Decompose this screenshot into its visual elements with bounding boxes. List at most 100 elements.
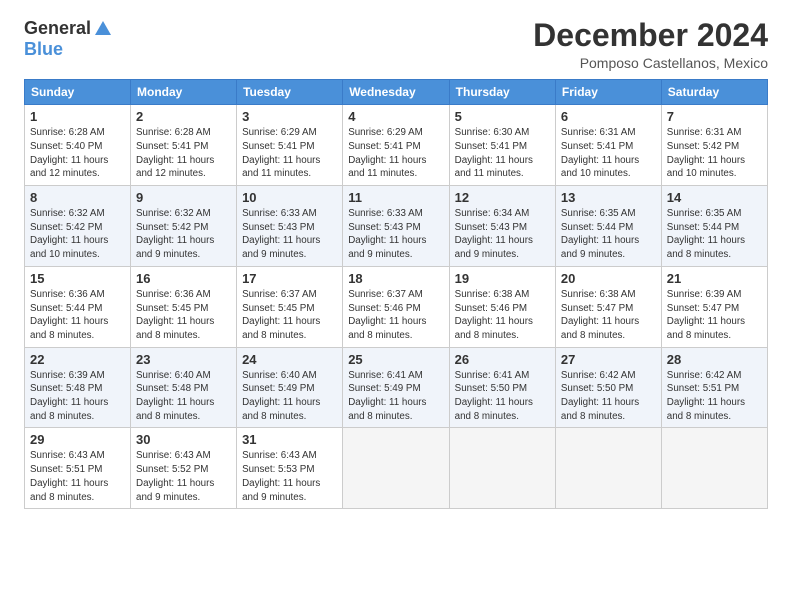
day-number: 7 (667, 109, 762, 124)
day-number: 3 (242, 109, 337, 124)
calendar-header-saturday: Saturday (661, 80, 767, 105)
day-number: 21 (667, 271, 762, 286)
calendar-cell: 6 Sunrise: 6:31 AM Sunset: 5:41 PM Daylig… (555, 105, 661, 186)
calendar-cell: 2Sunrise: 6:28 AM Sunset: 5:41 PM Daylig… (131, 105, 237, 186)
calendar-week-3: 15Sunrise: 6:36 AM Sunset: 5:44 PM Dayli… (25, 266, 768, 347)
day-info: Sunrise: 6:40 AM Sunset: 5:48 PM Dayligh… (136, 369, 231, 424)
calendar-cell: 21 Sunrise: 6:39 AM Sunset: 5:47 PM Dayli… (661, 266, 767, 347)
calendar-cell (661, 428, 767, 509)
calendar-cell: 1 Sunrise: 6:28 AM Sunset: 5:40 PM Daylig… (25, 105, 131, 186)
day-info: Sunrise: 6:39 AM Sunset: 5:47 PM Dayligh… (667, 288, 762, 343)
day-info: Sunrise: 6:37 AM Sunset: 5:45 PM Dayligh… (242, 288, 337, 343)
logo-blue: Blue (24, 39, 63, 60)
day-number: 19 (455, 271, 550, 286)
calendar-cell (555, 428, 661, 509)
day-info: Sunrise: 6:31 AM Sunset: 5:41 PM Dayligh… (561, 126, 656, 181)
calendar-cell: 11 Sunrise: 6:33 AM Sunset: 5:43 PM Dayli… (343, 186, 449, 267)
calendar-cell: 16 Sunrise: 6:36 AM Sunset: 5:45 PM Dayli… (131, 266, 237, 347)
day-number: 16 (136, 271, 231, 286)
day-info: Sunrise: 6:28 AM Sunset: 5:40 PM Dayligh… (30, 126, 125, 181)
day-number: 31 (242, 432, 337, 447)
calendar-week-1: 1 Sunrise: 6:28 AM Sunset: 5:40 PM Daylig… (25, 105, 768, 186)
day-info: Sunrise: 6:34 AM Sunset: 5:43 PM Dayligh… (455, 207, 550, 262)
calendar-week-5: 29 Sunrise: 6:43 AM Sunset: 5:51 PM Dayli… (25, 428, 768, 509)
day-number: 23 (136, 352, 231, 367)
calendar-cell: 3 Sunrise: 6:29 AM Sunset: 5:41 PM Daylig… (237, 105, 343, 186)
day-info: Sunrise: 6:43 AM Sunset: 5:51 PM Dayligh… (30, 449, 125, 504)
logo-icon (93, 19, 113, 39)
calendar-cell (343, 428, 449, 509)
day-number: 14 (667, 190, 762, 205)
day-info: Sunrise: 6:29 AM Sunset: 5:41 PM Dayligh… (242, 126, 337, 181)
day-number: 9 (136, 190, 231, 205)
day-info: Sunrise: 6:30 AM Sunset: 5:41 PM Dayligh… (455, 126, 550, 181)
calendar-header-tuesday: Tuesday (237, 80, 343, 105)
day-number: 18 (348, 271, 443, 286)
day-info: Sunrise: 6:32 AM Sunset: 5:42 PM Dayligh… (30, 207, 125, 262)
logo: General Blue (24, 18, 113, 60)
calendar-cell: 30 Sunrise: 6:43 AM Sunset: 5:52 PM Dayli… (131, 428, 237, 509)
day-info: Sunrise: 6:28 AM Sunset: 5:41 PM Dayligh… (136, 126, 231, 181)
day-info: Sunrise: 6:31 AM Sunset: 5:42 PM Dayligh… (667, 126, 762, 181)
day-info: Sunrise: 6:29 AM Sunset: 5:41 PM Dayligh… (348, 126, 443, 181)
calendar-cell: 9 Sunrise: 6:32 AM Sunset: 5:42 PM Daylig… (131, 186, 237, 267)
calendar-cell: 20 Sunrise: 6:38 AM Sunset: 5:47 PM Dayli… (555, 266, 661, 347)
day-number: 26 (455, 352, 550, 367)
calendar-cell: 23 Sunrise: 6:40 AM Sunset: 5:48 PM Dayli… (131, 347, 237, 428)
calendar-week-2: 8Sunrise: 6:32 AM Sunset: 5:42 PM Daylig… (25, 186, 768, 267)
calendar-header-monday: Monday (131, 80, 237, 105)
calendar-header-sunday: Sunday (25, 80, 131, 105)
day-info: Sunrise: 6:43 AM Sunset: 5:53 PM Dayligh… (242, 449, 337, 504)
day-info: Sunrise: 6:36 AM Sunset: 5:44 PM Dayligh… (30, 288, 125, 343)
day-number: 12 (455, 190, 550, 205)
day-info: Sunrise: 6:38 AM Sunset: 5:46 PM Dayligh… (455, 288, 550, 343)
day-info: Sunrise: 6:32 AM Sunset: 5:42 PM Dayligh… (136, 207, 231, 262)
day-number: 27 (561, 352, 656, 367)
subtitle: Pomposo Castellanos, Mexico (533, 55, 768, 71)
calendar-cell: 7 Sunrise: 6:31 AM Sunset: 5:42 PM Daylig… (661, 105, 767, 186)
day-number: 11 (348, 190, 443, 205)
page-container: General Blue December 2024 Pomposo Caste… (0, 0, 792, 521)
month-title: December 2024 (533, 18, 768, 53)
title-block: December 2024 Pomposo Castellanos, Mexic… (533, 18, 768, 71)
day-number: 22 (30, 352, 125, 367)
calendar-cell: 8Sunrise: 6:32 AM Sunset: 5:42 PM Daylig… (25, 186, 131, 267)
calendar-cell: 18 Sunrise: 6:37 AM Sunset: 5:46 PM Dayli… (343, 266, 449, 347)
calendar-cell: 28Sunrise: 6:42 AM Sunset: 5:51 PM Dayli… (661, 347, 767, 428)
day-info: Sunrise: 6:35 AM Sunset: 5:44 PM Dayligh… (561, 207, 656, 262)
logo-general: General (24, 18, 91, 39)
day-info: Sunrise: 6:33 AM Sunset: 5:43 PM Dayligh… (348, 207, 443, 262)
day-info: Sunrise: 6:39 AM Sunset: 5:48 PM Dayligh… (30, 369, 125, 424)
day-number: 30 (136, 432, 231, 447)
day-info: Sunrise: 6:43 AM Sunset: 5:52 PM Dayligh… (136, 449, 231, 504)
logo-text: General (24, 18, 113, 39)
calendar-cell: 4 Sunrise: 6:29 AM Sunset: 5:41 PM Daylig… (343, 105, 449, 186)
day-info: Sunrise: 6:41 AM Sunset: 5:50 PM Dayligh… (455, 369, 550, 424)
day-number: 20 (561, 271, 656, 286)
day-info: Sunrise: 6:42 AM Sunset: 5:51 PM Dayligh… (667, 369, 762, 424)
calendar-header-wednesday: Wednesday (343, 80, 449, 105)
day-number: 4 (348, 109, 443, 124)
day-number: 17 (242, 271, 337, 286)
calendar-cell: 26 Sunrise: 6:41 AM Sunset: 5:50 PM Dayli… (449, 347, 555, 428)
calendar-cell: 24Sunrise: 6:40 AM Sunset: 5:49 PM Dayli… (237, 347, 343, 428)
calendar: SundayMondayTuesdayWednesdayThursdayFrid… (24, 79, 768, 509)
calendar-week-4: 22 Sunrise: 6:39 AM Sunset: 5:48 PM Dayli… (25, 347, 768, 428)
day-number: 1 (30, 109, 125, 124)
day-info: Sunrise: 6:37 AM Sunset: 5:46 PM Dayligh… (348, 288, 443, 343)
calendar-cell: 22 Sunrise: 6:39 AM Sunset: 5:48 PM Dayli… (25, 347, 131, 428)
day-number: 5 (455, 109, 550, 124)
day-info: Sunrise: 6:41 AM Sunset: 5:49 PM Dayligh… (348, 369, 443, 424)
day-number: 29 (30, 432, 125, 447)
day-number: 25 (348, 352, 443, 367)
calendar-header-thursday: Thursday (449, 80, 555, 105)
day-info: Sunrise: 6:40 AM Sunset: 5:49 PM Dayligh… (242, 369, 337, 424)
calendar-cell: 5 Sunrise: 6:30 AM Sunset: 5:41 PM Daylig… (449, 105, 555, 186)
day-info: Sunrise: 6:36 AM Sunset: 5:45 PM Dayligh… (136, 288, 231, 343)
day-info: Sunrise: 6:42 AM Sunset: 5:50 PM Dayligh… (561, 369, 656, 424)
day-info: Sunrise: 6:38 AM Sunset: 5:47 PM Dayligh… (561, 288, 656, 343)
day-number: 6 (561, 109, 656, 124)
calendar-cell: 29 Sunrise: 6:43 AM Sunset: 5:51 PM Dayli… (25, 428, 131, 509)
calendar-cell: 19 Sunrise: 6:38 AM Sunset: 5:46 PM Dayli… (449, 266, 555, 347)
calendar-cell: 14Sunrise: 6:35 AM Sunset: 5:44 PM Dayli… (661, 186, 767, 267)
